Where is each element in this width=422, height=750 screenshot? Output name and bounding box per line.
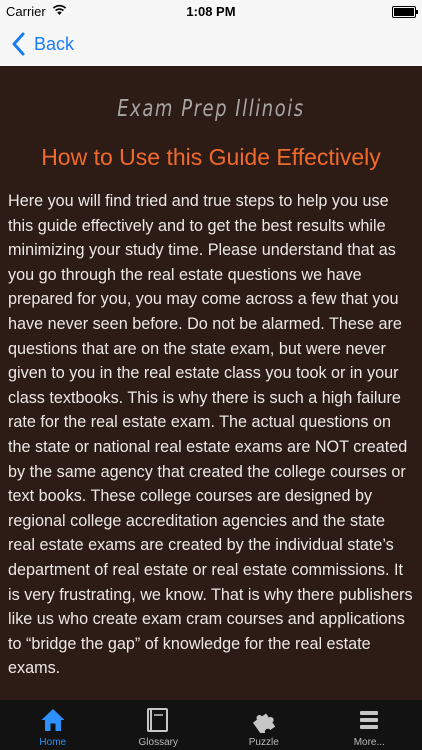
back-button[interactable]: Back	[10, 30, 74, 58]
tab-more[interactable]: More...	[317, 700, 422, 750]
back-label: Back	[34, 33, 75, 54]
battery-icon	[392, 6, 418, 18]
brand-title: Exam Prep Illinois	[117, 96, 305, 122]
status-time: 1:08 PM	[186, 4, 236, 19]
navigation-bar: Back	[0, 22, 422, 67]
tab-glossary[interactable]: Glossary	[106, 700, 212, 750]
puzzle-icon	[252, 713, 275, 733]
tab-puzzle[interactable]: Puzzle	[211, 700, 317, 750]
tab-home[interactable]: Home	[0, 700, 106, 750]
page-heading: How to Use this Guide Effectively	[41, 144, 381, 170]
guide-body-text: Here you will find tried and true steps …	[8, 192, 413, 678]
guide-content[interactable]: Exam Prep Illinois How to Use this Guide…	[0, 66, 422, 700]
status-bar: Carrier 1:08 PM	[0, 0, 422, 22]
menu-icon	[360, 711, 379, 729]
book-icon	[147, 708, 169, 732]
tab-glossary-label: Glossary	[138, 737, 178, 748]
tab-puzzle-label: Puzzle	[248, 737, 279, 748]
tab-bar: Home Glossary Puzzle More...	[0, 700, 422, 750]
home-icon	[41, 709, 65, 731]
tab-more-label: More...	[353, 737, 385, 748]
tab-home-label: Home	[39, 737, 67, 748]
chevron-left-icon	[12, 32, 25, 56]
